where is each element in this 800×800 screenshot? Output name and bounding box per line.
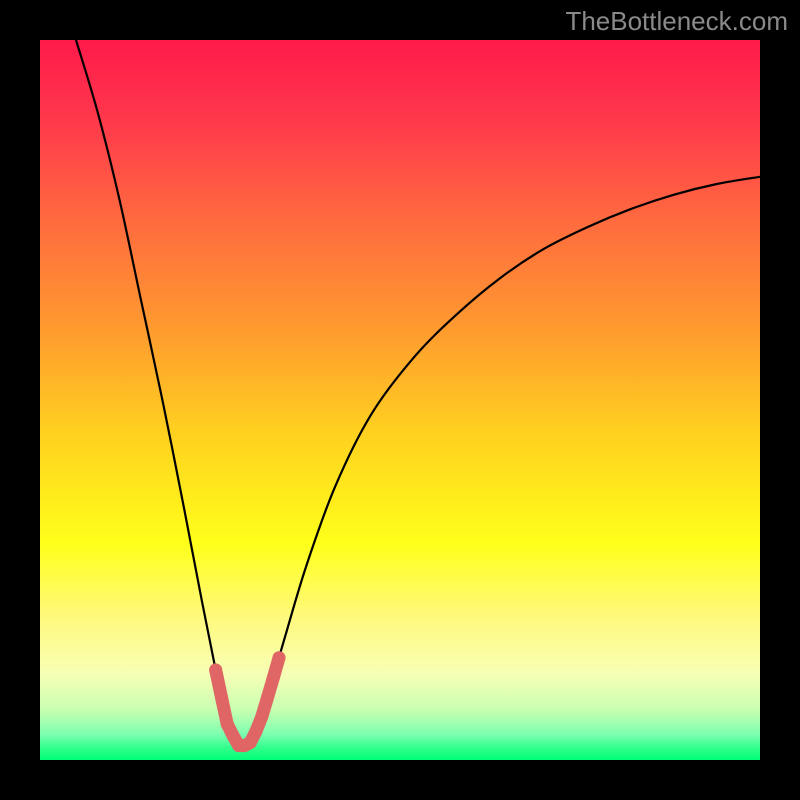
chart-frame [40,40,760,760]
gradient-background [40,40,760,760]
notch-marker-end [273,651,286,664]
watermark-label: TheBottleneck.com [565,6,788,37]
notch-marker-end [209,664,222,677]
bottleneck-chart [40,40,760,760]
